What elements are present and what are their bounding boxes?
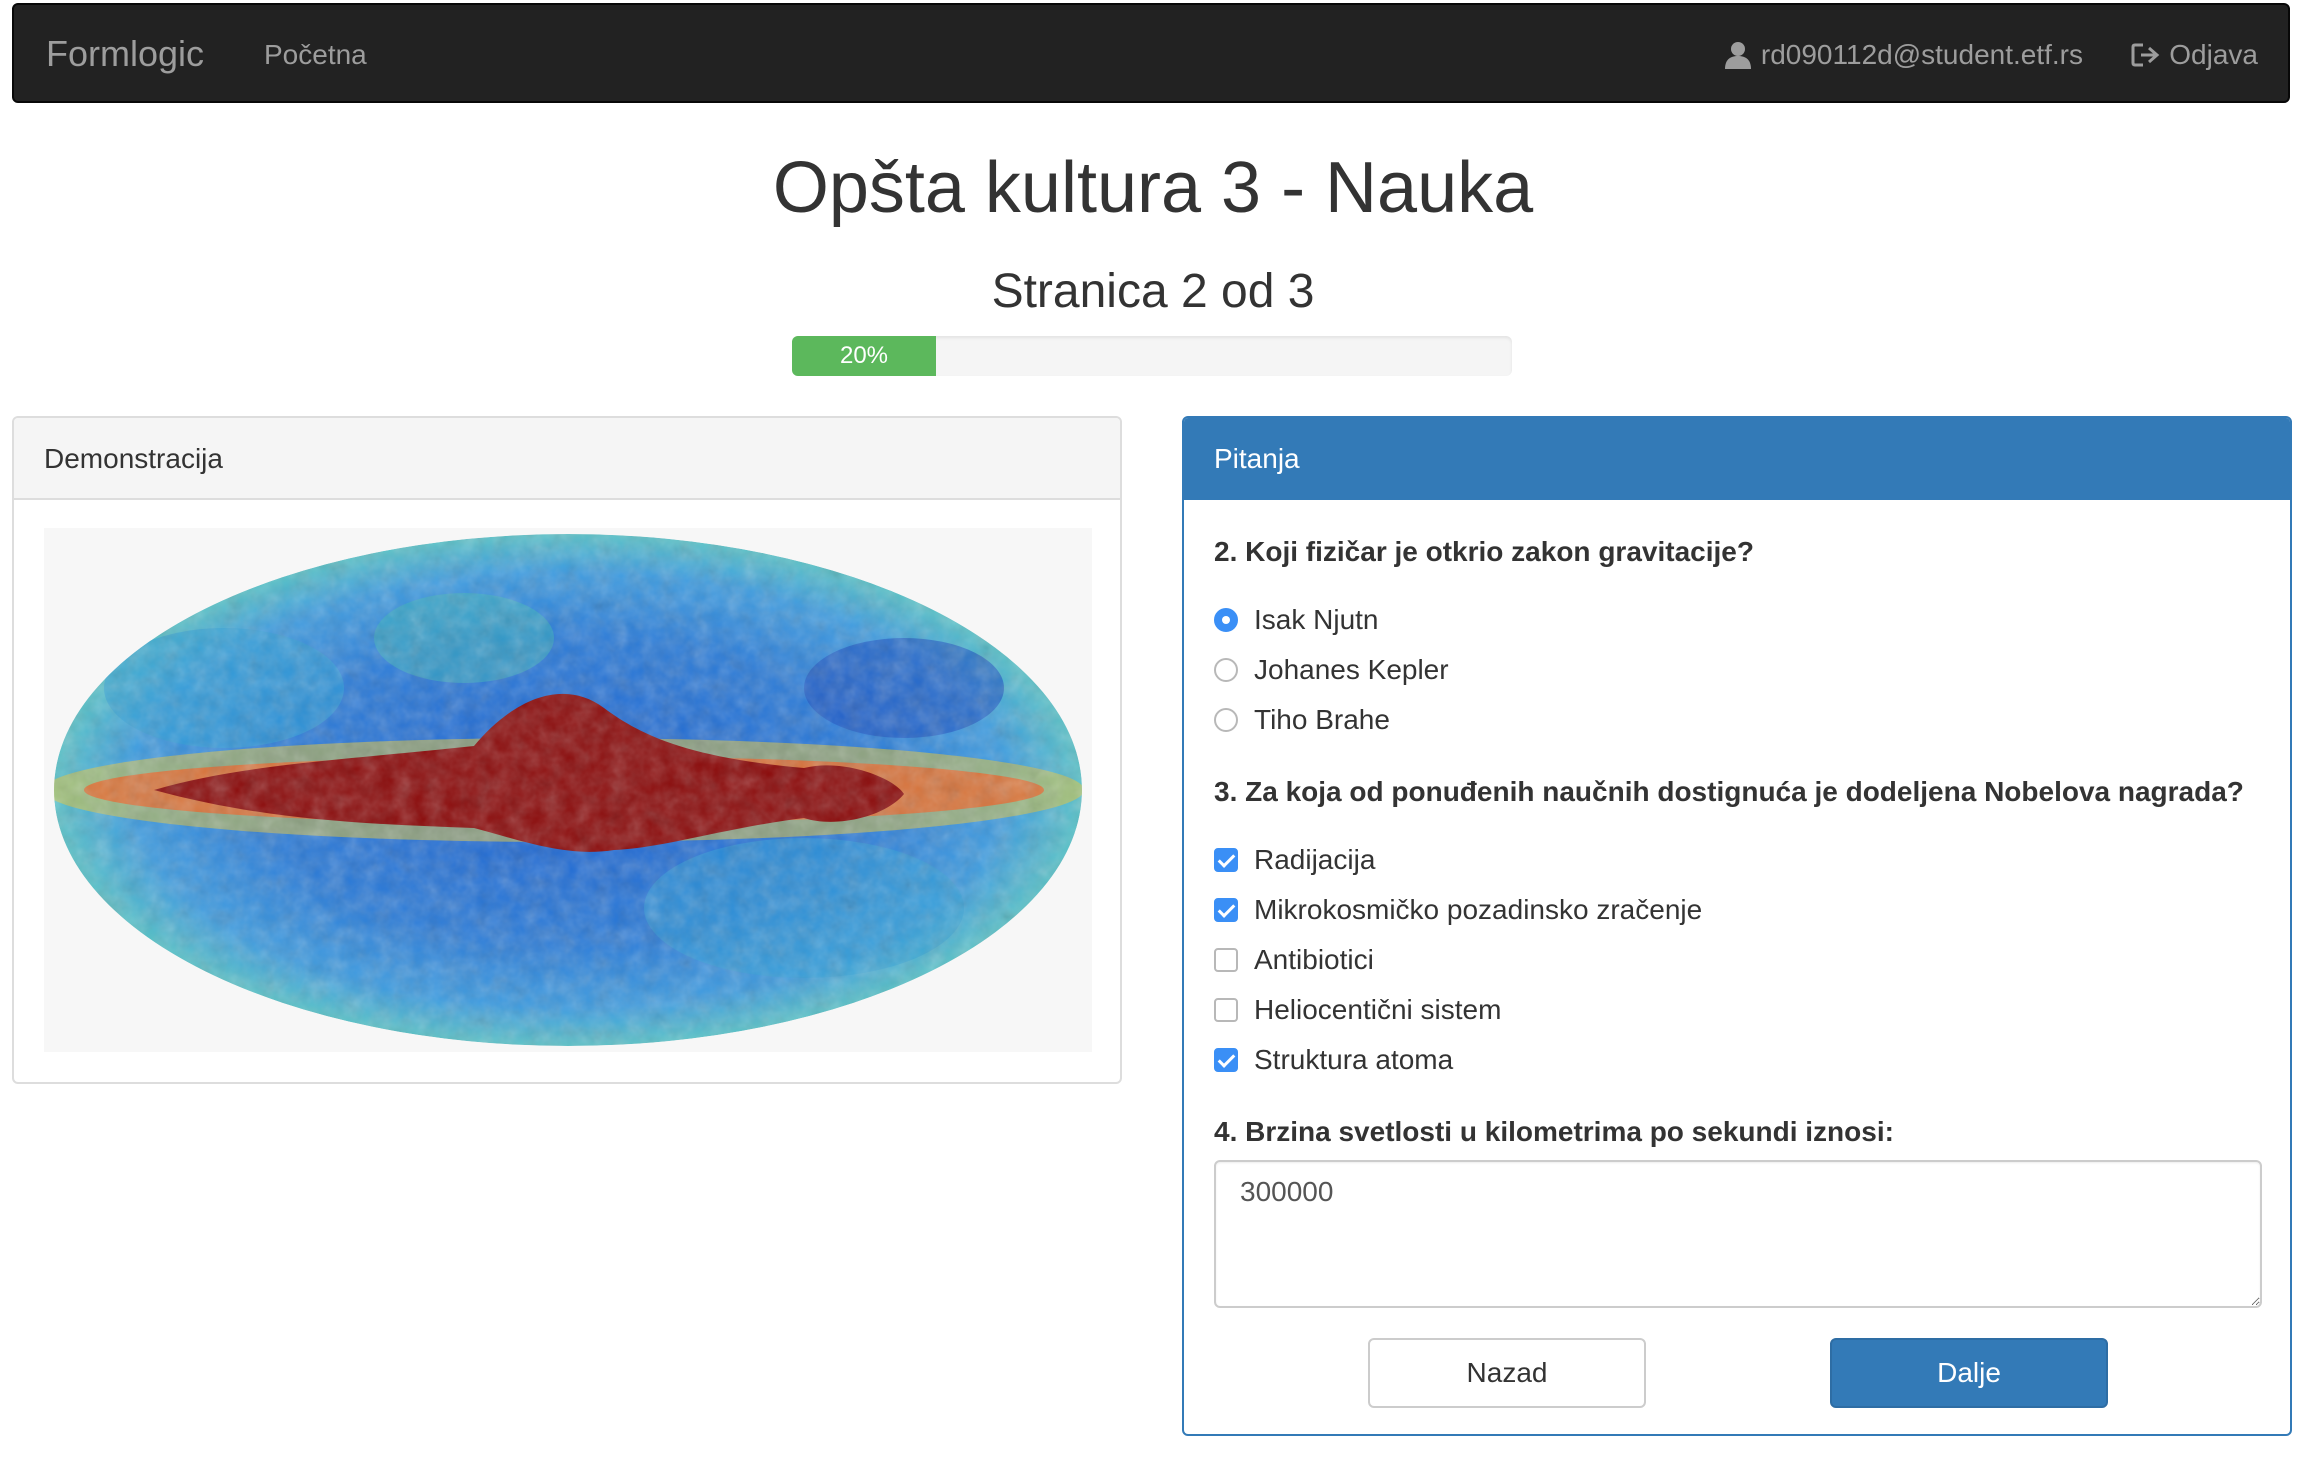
option-label: Antibiotici — [1254, 944, 1374, 975]
logout-link[interactable]: Odjava — [2131, 39, 2258, 71]
q3-option-heliocenticni[interactable]: Heliocentični sistem — [1214, 994, 1501, 1026]
user-icon — [1724, 42, 1751, 69]
demo-panel: Demonstracija — [12, 416, 1122, 1084]
question-2-title: 2. Koji fizičar je otkrio zakon gravitac… — [1214, 536, 1754, 567]
option-label: Johanes Kepler — [1254, 654, 1449, 685]
demo-image — [44, 528, 1092, 1052]
q3-option-mikrokosmicko[interactable]: Mikrokosmičko pozadinsko zračenje — [1214, 894, 1702, 926]
option-label: Radijacija — [1254, 844, 1376, 875]
logout-icon — [2131, 43, 2160, 67]
progress-track: 20% — [792, 336, 1512, 376]
progress-bar: 20% — [792, 336, 936, 376]
nav-user-link[interactable]: rd090112d@student.etf.rs — [1724, 39, 2083, 71]
nav-home-link[interactable]: Početna — [264, 39, 367, 71]
radio-selected[interactable] — [1214, 608, 1238, 632]
option-label: Isak Njutn — [1254, 604, 1379, 635]
demo-panel-heading: Demonstracija — [14, 418, 1120, 500]
option-label: Tiho Brahe — [1254, 704, 1390, 735]
option-label: Heliocentični sistem — [1254, 994, 1502, 1025]
checkbox-checked[interactable] — [1214, 848, 1238, 872]
questions-panel: Pitanja 2. Koji fizičar je otkrio zakon … — [1182, 416, 2292, 1436]
page-subtitle: Stranica 2 od 3 — [991, 265, 1315, 318]
user-email: rd090112d@student.etf.rs — [1760, 39, 2083, 70]
q2-option-johanes-kepler[interactable]: Johanes Kepler — [1214, 654, 1449, 686]
answer-textarea[interactable]: 300000 — [1214, 1160, 2262, 1308]
checkbox-unchecked[interactable] — [1214, 948, 1238, 972]
q3-option-struktura-atoma[interactable]: Struktura atoma — [1214, 1044, 1453, 1076]
page-title: Opšta kultura 3 - Nauka — [772, 148, 1534, 228]
checkbox-checked[interactable] — [1214, 1048, 1238, 1072]
cmb-map-image — [44, 528, 1092, 1052]
questions-panel-heading: Pitanja — [1184, 418, 2290, 500]
top-navbar: Formlogic Početna rd090112d@student.etf.… — [12, 3, 2290, 103]
next-button[interactable]: Dalje — [1830, 1338, 2108, 1408]
option-label: Mikrokosmičko pozadinsko zračenje — [1254, 894, 1703, 925]
checkbox-checked[interactable] — [1214, 898, 1238, 922]
q2-option-tiho-brahe[interactable]: Tiho Brahe — [1214, 704, 1390, 736]
question-3-title: 3. Za koja od ponuđenih naučnih dostignu… — [1214, 776, 2244, 807]
q3-option-antibiotici[interactable]: Antibiotici — [1214, 944, 1374, 976]
question-4-title: 4. Brzina svetlosti u kilometrima po sek… — [1214, 1116, 1894, 1147]
logout-label: Odjava — [2169, 39, 2258, 70]
q3-option-radijacija[interactable]: Radijacija — [1214, 844, 1375, 876]
back-button[interactable]: Nazad — [1368, 1338, 1646, 1408]
radio-unselected[interactable] — [1214, 658, 1238, 682]
checkbox-unchecked[interactable] — [1214, 998, 1238, 1022]
q2-option-isak-njutn[interactable]: Isak Njutn — [1214, 604, 1379, 636]
option-label: Struktura atoma — [1254, 1044, 1454, 1075]
brand-logo[interactable]: Formlogic — [46, 33, 204, 75]
radio-unselected[interactable] — [1214, 708, 1238, 732]
